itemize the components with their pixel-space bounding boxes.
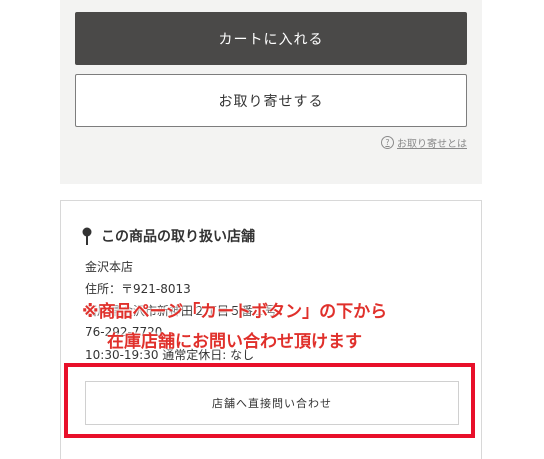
order-help-link[interactable]: ? お取り寄せとは bbox=[381, 135, 467, 150]
add-to-cart-button[interactable]: カートに入れる bbox=[75, 12, 467, 65]
order-request-button[interactable]: お取り寄せする bbox=[75, 74, 467, 127]
contact-store-button[interactable]: 店舗へ直接問い合わせ bbox=[85, 381, 459, 425]
store-section-title: この商品の取り扱い店舗 bbox=[82, 226, 255, 246]
map-pin-icon bbox=[82, 227, 92, 245]
contact-store-label: 店舗へ直接問い合わせ bbox=[212, 397, 332, 410]
annotation-line-2: 在庫店舗にお問い合わせ頂けます bbox=[107, 332, 362, 352]
order-request-label: お取り寄せする bbox=[218, 93, 324, 110]
add-to-cart-label: カートに入れる bbox=[218, 31, 324, 48]
store-title-text: この商品の取り扱い店舗 bbox=[101, 229, 255, 245]
question-icon: ? bbox=[381, 135, 394, 149]
store-name: 金沢本店 bbox=[85, 260, 134, 274]
store-postal: 住所：〒921-8013 bbox=[85, 282, 191, 296]
order-help-label: お取り寄せとは bbox=[397, 138, 467, 150]
annotation-line-1: ※商品ページ「カートボタン」の下から bbox=[82, 302, 388, 322]
